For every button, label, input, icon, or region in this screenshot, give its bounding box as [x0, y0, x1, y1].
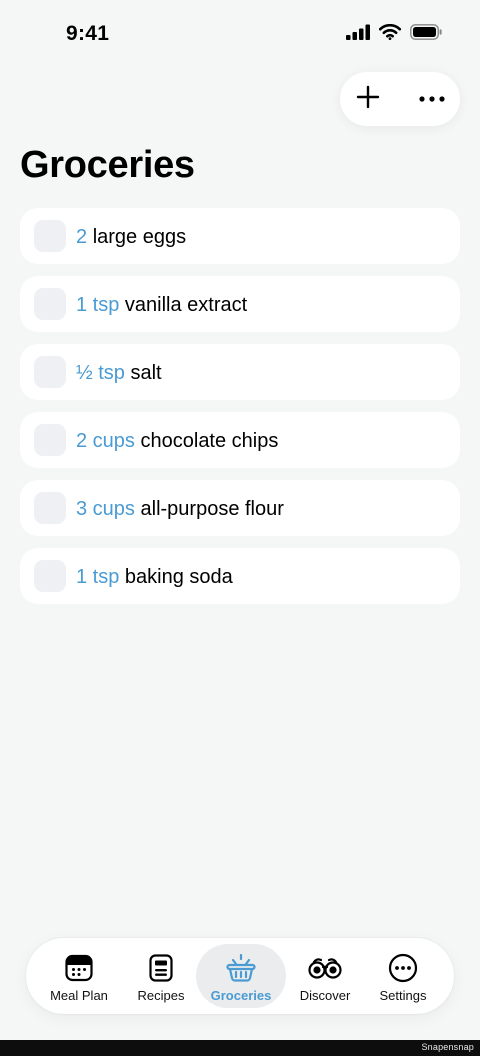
tab-label: Recipes [137, 988, 185, 1003]
item-checkbox[interactable] [34, 288, 66, 320]
bottom-strip: Snapensnap [0, 1040, 480, 1056]
recipe-card-icon [149, 953, 173, 983]
item-text: 2 large eggs [76, 225, 186, 249]
wifi-icon [378, 23, 402, 45]
add-item-button[interactable] [340, 72, 396, 126]
tab-label: Discover [299, 988, 351, 1003]
watermark: Snapensnap [421, 1042, 474, 1052]
tab-recipes[interactable]: Recipes [116, 944, 206, 1008]
item-name: vanilla extract [124, 294, 248, 316]
tab-discover[interactable]: Discover [280, 944, 370, 1008]
grocery-item[interactable]: 1 tsp baking soda [20, 548, 460, 604]
item-quantity: ½ tsp [76, 362, 125, 384]
grocery-item[interactable]: 2 large eggs [20, 208, 460, 264]
page-title: Groceries [20, 144, 195, 186]
status-bar: 9:41 [0, 0, 480, 64]
item-checkbox[interactable] [34, 424, 66, 456]
tab-groceries[interactable]: Groceries [196, 944, 286, 1008]
item-text: 1 tsp baking soda [76, 565, 233, 589]
tab-settings[interactable]: Settings [358, 944, 448, 1008]
item-text: 2 cups chocolate chips [76, 429, 278, 453]
status-icons [346, 23, 442, 45]
tab-bar: Meal Plan Recipes Groceries Discover Set… [26, 938, 454, 1014]
item-checkbox[interactable] [34, 356, 66, 388]
item-quantity: 2 [76, 226, 88, 248]
status-time: 9:41 [66, 22, 110, 45]
grocery-item[interactable]: 2 cups chocolate chips [20, 412, 460, 468]
grocery-item[interactable]: 1 tsp vanilla extract [20, 276, 460, 332]
item-quantity: 3 cups [76, 498, 135, 520]
more-options-button[interactable] [404, 72, 460, 126]
basket-icon [226, 953, 256, 983]
grocery-list: 2 large eggs 1 tsp vanilla extract ½ tsp… [20, 208, 460, 616]
tab-label: Settings [379, 988, 427, 1003]
ellipsis-icon [419, 90, 445, 108]
item-text: 3 cups all-purpose flour [76, 497, 284, 521]
binoculars-icon [308, 953, 342, 983]
grocery-item[interactable]: 3 cups all-purpose flour [20, 480, 460, 536]
item-name: all-purpose flour [140, 498, 284, 520]
item-text: 1 tsp vanilla extract [76, 293, 247, 317]
tab-label: Meal Plan [50, 988, 108, 1003]
cellular-signal-icon [346, 24, 370, 45]
item-quantity: 2 cups [76, 430, 135, 452]
item-quantity: 1 tsp [76, 566, 120, 588]
plus-icon [356, 85, 380, 114]
item-checkbox[interactable] [34, 220, 66, 252]
ellipsis-circle-icon [388, 953, 418, 983]
item-checkbox[interactable] [34, 560, 66, 592]
item-checkbox[interactable] [34, 492, 66, 524]
item-name: chocolate chips [140, 430, 279, 452]
header-actions [340, 72, 460, 126]
item-name: baking soda [124, 566, 233, 588]
item-name: large eggs [92, 226, 187, 248]
tab-label: Groceries [210, 988, 272, 1003]
item-text: ½ tsp salt [76, 361, 162, 385]
battery-icon [410, 24, 442, 45]
tab-meal-plan[interactable]: Meal Plan [34, 944, 124, 1008]
item-name: salt [130, 362, 162, 384]
item-quantity: 1 tsp [76, 294, 120, 316]
grocery-item[interactable]: ½ tsp salt [20, 344, 460, 400]
calendar-icon [65, 953, 93, 983]
